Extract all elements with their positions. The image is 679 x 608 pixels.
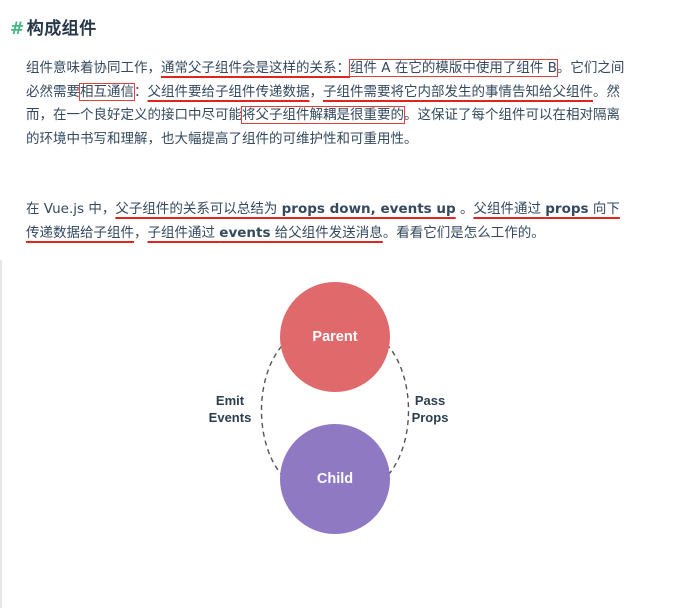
p1-underlined-parent-to-child: 父组件要给子组件传递数据 xyxy=(147,83,310,100)
p1-underlined-child-to-parent: 子组件需要将它内部发生的事情告知给父组件 xyxy=(323,83,593,100)
p2-text-1: 在 Vue.js 中， xyxy=(26,201,116,217)
heading-title: 构成组件 xyxy=(26,19,97,39)
p1-text-1: 组件意味着协同工作， xyxy=(26,60,161,76)
paragraph-composition: 组件意味着协同工作，通常父子组件会是这样的关系：组件 A 在它的模版中使用了组件… xyxy=(26,57,628,151)
p2-props-keyword: props xyxy=(545,201,589,217)
p1-text-4: ， xyxy=(309,83,324,100)
emit-events-label: Emit Events xyxy=(208,393,252,425)
heading-anchor-link[interactable]: # xyxy=(10,19,25,39)
paragraph-vue-relation: 在 Vue.js 中，父子组件的关系可以总结为 props down, even… xyxy=(26,198,628,245)
p2-events-keyword: events xyxy=(219,224,271,241)
p2-text-4: 。看看它们是怎么工作的。 xyxy=(382,224,545,241)
p2-text-2: 。 xyxy=(455,201,474,217)
p2-underlined-summary: 父子组件的关系可以总结为 props down, events up xyxy=(115,201,456,217)
p1-underlined-relation: 通常父子组件会是这样的关系： xyxy=(161,60,350,76)
child-node: Child xyxy=(280,424,390,534)
section-heading: # 构成组件 xyxy=(10,14,97,39)
parent-child-diagram: Parent Child Emit Events Pass Props xyxy=(190,278,490,538)
p2-underlined-events: 子组件通过 events 给父组件发送消息 xyxy=(147,224,383,241)
left-border xyxy=(0,260,2,608)
p1-boxed-communication: 相互通信 xyxy=(79,82,135,101)
p1-text-3: ： xyxy=(134,83,148,100)
pass-props-label: Pass Props xyxy=(411,393,449,425)
p1-boxed-decoupling: 将父子组件解耦是很重要的 xyxy=(241,106,405,124)
parent-node: Parent xyxy=(280,282,390,392)
p1-boxed-component-ab: 组件 A 在它的模版中使用了组件 B xyxy=(349,59,558,77)
p2-text-3: ， xyxy=(134,224,148,241)
p2-props-down-events-up: props down, events up xyxy=(281,201,456,217)
